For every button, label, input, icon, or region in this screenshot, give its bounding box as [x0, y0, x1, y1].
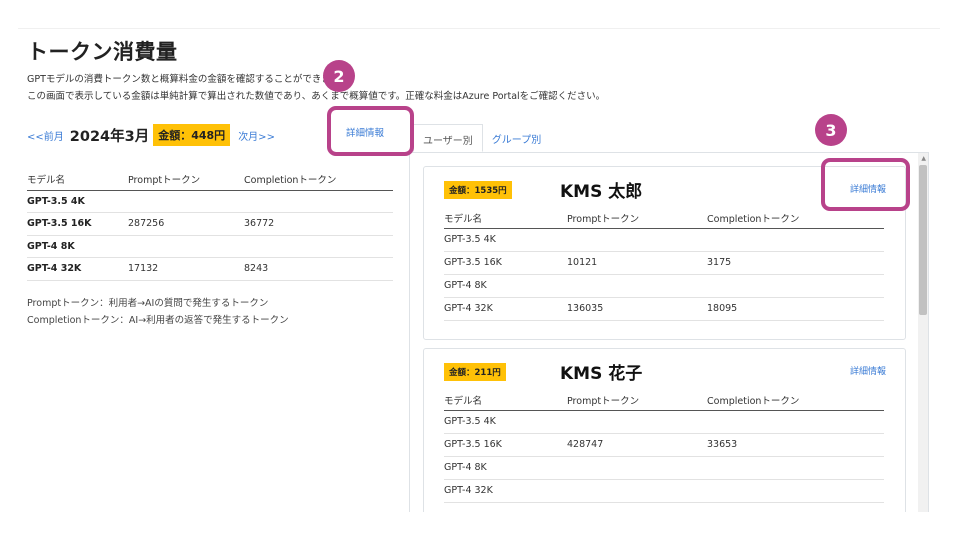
table-row: GPT-3.5 16K 428747 33653 [444, 433, 884, 457]
completion-tokens [707, 456, 884, 480]
user-detail-link[interactable]: 詳細情報 [850, 364, 886, 377]
column-header-completion: Completionトークン [707, 390, 884, 411]
tab-by-user[interactable]: ユーザー別 [413, 124, 483, 152]
model-name: GPT-3.5 4K [444, 410, 567, 434]
model-name: GPT-4 32K [27, 257, 128, 281]
current-month-label: 2024年3月 [69, 128, 150, 145]
model-name: GPT-3.5 16K [27, 212, 128, 236]
prompt-tokens: 428747 [567, 433, 707, 457]
column-header-model: モデル名 [444, 208, 567, 229]
model-name: GPT-3.5 4K [27, 190, 128, 213]
callout-highlight-box-3 [821, 158, 910, 211]
summary-token-table: モデル名 Promptトークン Completionトークン GPT-3.5 4… [27, 168, 393, 281]
completion-tokens [244, 190, 393, 213]
table-header-row: モデル名 Promptトークン Completionトークン [27, 168, 393, 191]
prompt-tokens [567, 274, 707, 298]
column-header-prompt: Promptトークン [567, 208, 707, 229]
model-name: GPT-3.5 16K [444, 251, 567, 275]
prompt-tokens [567, 410, 707, 434]
scroll-up-arrow-icon[interactable]: ▲ [921, 155, 926, 162]
prompt-tokens: 17132 [128, 257, 244, 281]
tab-by-group[interactable]: グループ別 [483, 124, 550, 152]
callout-number-2: 2 [323, 60, 355, 92]
user-token-table: モデル名 Promptトークン Completionトークン GPT-3.5 4… [444, 390, 884, 503]
table-row: GPT-4 8K [444, 274, 884, 298]
table-row: GPT-4 32K [444, 479, 884, 503]
table-row: GPT-3.5 4K [27, 190, 393, 213]
user-card: 金額：211円 KMS 花子 詳細情報 モデル名 Promptトークン Comp… [423, 348, 906, 512]
prev-month-link[interactable]: <<前月 [27, 128, 64, 143]
table-row: GPT-3.5 4K [444, 410, 884, 434]
table-header-row: モデル名 Promptトークン Completionトークン [444, 390, 884, 411]
completion-tokens [707, 274, 884, 298]
user-name: KMS 太郎 [560, 182, 643, 202]
callout-number-3: 3 [815, 114, 847, 146]
model-name: GPT-4 32K [444, 479, 567, 503]
column-header-completion: Completionトークン [707, 208, 884, 229]
prompt-tokens [128, 235, 244, 258]
table-row: GPT-3.5 4K [444, 228, 884, 252]
completion-tokens: 33653 [707, 433, 884, 457]
user-amount-badge: 金額：211円 [444, 363, 506, 381]
table-row: GPT-3.5 16K 10121 3175 [444, 251, 884, 275]
model-name: GPT-4 8K [444, 456, 567, 480]
prompt-tokens [128, 190, 244, 213]
column-header-completion: Completionトークン [244, 168, 393, 191]
page-description-line2: この画面で表示している金額は単純計算で算出された数値であり、あくまで概算値です。… [27, 91, 606, 102]
table-row: GPT-4 32K 136035 18095 [444, 297, 884, 321]
column-header-prompt: Promptトークン [128, 168, 244, 191]
prompt-tokens [567, 456, 707, 480]
table-header-row: モデル名 Promptトークン Completionトークン [444, 208, 884, 229]
model-name: GPT-4 32K [444, 297, 567, 321]
table-row: GPT-4 8K [444, 456, 884, 480]
model-name: GPT-4 8K [444, 274, 567, 298]
completion-tokens: 3175 [707, 251, 884, 275]
page-title: トークン消費量 [27, 40, 178, 64]
completion-tokens [244, 235, 393, 258]
token-notes: Promptトークン：利用者→AIの質問で発生するトークン Completion… [27, 295, 289, 329]
table-row: GPT-4 32K 17132 8243 [27, 257, 393, 281]
completion-token-note: Completionトークン：AI→利用者の返答で発生するトークン [27, 315, 289, 326]
completion-tokens [707, 410, 884, 434]
scrollbar[interactable]: ▲ [918, 153, 928, 512]
user-token-table: モデル名 Promptトークン Completionトークン GPT-3.5 4… [444, 208, 884, 321]
callout-highlight-box-2 [327, 106, 414, 156]
column-header-model: モデル名 [27, 168, 128, 191]
completion-tokens [707, 228, 884, 252]
month-navigation: <<前月 2024年3月 金額：448円 次月>> [27, 124, 275, 146]
table-row: GPT-3.5 16K 287256 36772 [27, 212, 393, 236]
top-divider [18, 28, 940, 29]
model-name: GPT-4 8K [27, 235, 128, 258]
prompt-tokens [567, 228, 707, 252]
next-month-link[interactable]: 次月>> [238, 128, 275, 143]
prompt-tokens: 10121 [567, 251, 707, 275]
completion-tokens: 36772 [244, 212, 393, 236]
column-header-prompt: Promptトークン [567, 390, 707, 411]
prompt-tokens: 136035 [567, 297, 707, 321]
column-header-model: モデル名 [444, 390, 567, 411]
prompt-tokens: 287256 [128, 212, 244, 236]
page-description-line1: GPTモデルの消費トークン数と概算料金の金額を確認することができます。 [27, 74, 349, 85]
monthly-total-badge: 金額：448円 [153, 124, 231, 146]
completion-tokens: 8243 [244, 257, 393, 281]
user-name: KMS 花子 [560, 364, 643, 384]
completion-tokens: 18095 [707, 297, 884, 321]
model-name: GPT-3.5 4K [444, 228, 567, 252]
table-row: GPT-4 8K [27, 235, 393, 258]
user-amount-badge: 金額：1535円 [444, 181, 512, 199]
scrollbar-thumb[interactable] [919, 165, 927, 315]
model-name: GPT-3.5 16K [444, 433, 567, 457]
prompt-token-note: Promptトークン：利用者→AIの質問で発生するトークン [27, 298, 269, 309]
completion-tokens [707, 479, 884, 503]
prompt-tokens [567, 479, 707, 503]
tab-bar: ユーザー別 グループ別 [413, 124, 550, 152]
